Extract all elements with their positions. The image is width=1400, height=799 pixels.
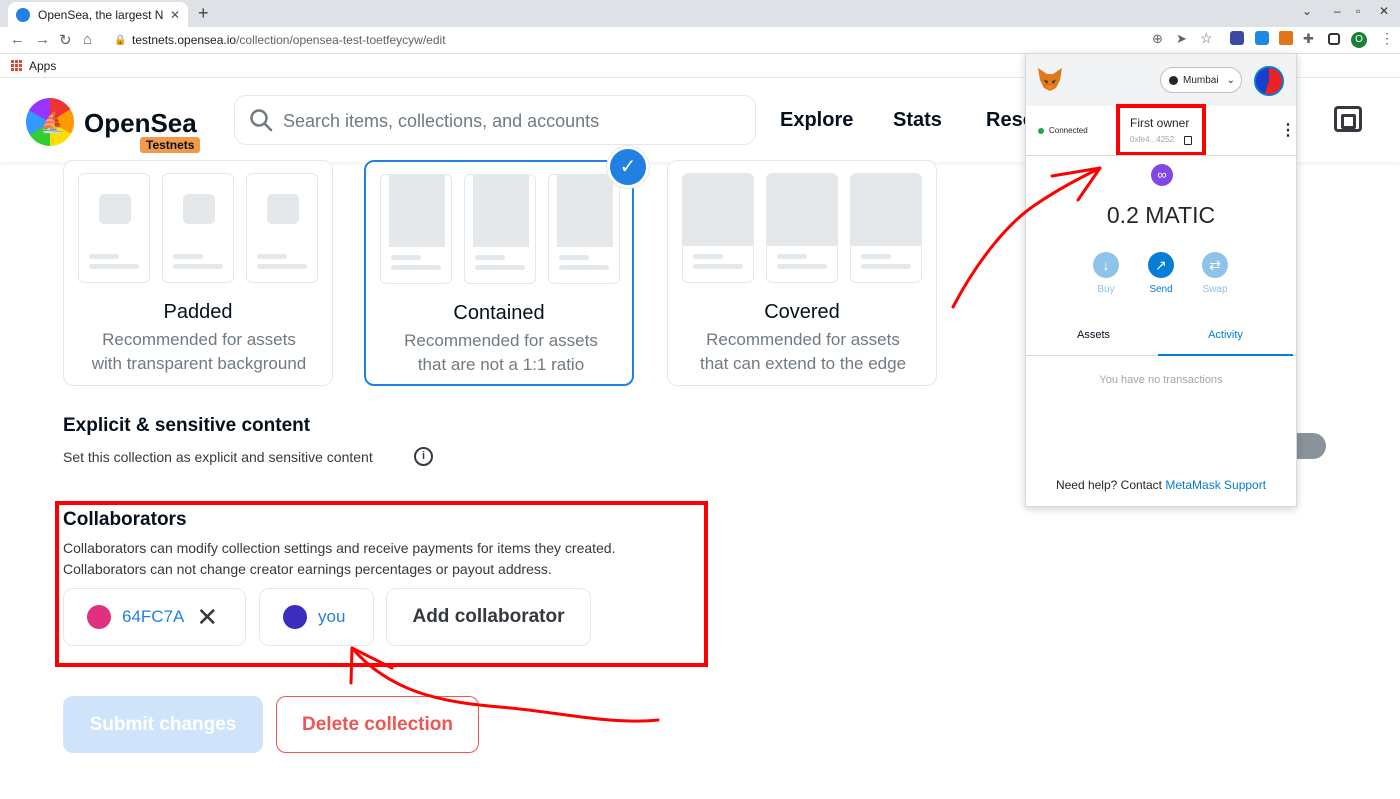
annotation-box-account (1116, 104, 1206, 156)
bookmark-apps[interactable]: Apps (29, 59, 56, 73)
preview-thumb (682, 173, 754, 283)
download-icon: ↓ (1093, 252, 1119, 278)
tab-assets[interactable]: Assets (1026, 324, 1161, 356)
profile-avatar[interactable]: O (1351, 32, 1367, 48)
divider (1026, 155, 1296, 156)
option-title: Covered (764, 301, 840, 323)
swap-button[interactable]: ⇄ Swap (1190, 252, 1240, 295)
metamask-fox-icon (1038, 68, 1062, 91)
nav-explore[interactable]: Explore (780, 109, 853, 132)
nav-stats[interactable]: Stats (893, 109, 942, 132)
preview-thumb (548, 174, 620, 284)
send-arrow-icon: ↗ (1148, 252, 1174, 278)
send-label: Send (1149, 284, 1173, 295)
testnets-badge: Testnets (140, 137, 201, 153)
window-close-icon[interactable]: ✕ (1379, 4, 1389, 18)
search-input[interactable] (283, 108, 743, 134)
url-field[interactable]: 🔒 testnets.opensea.io/collection/opensea… (106, 30, 1146, 51)
buy-label: Buy (1097, 284, 1115, 295)
matic-token-icon: ∞ (1151, 164, 1173, 186)
option-description: Recommended for assets that can extend to… (699, 330, 907, 373)
search-bar[interactable] (234, 95, 756, 145)
option-description: Recommended for assets with transparent b… (91, 330, 307, 373)
account-balance: 0.2 MATIC (1106, 202, 1216, 228)
preview-thumb (850, 173, 922, 283)
preview-thumb (246, 173, 318, 283)
connection-status[interactable]: Connected (1038, 126, 1088, 135)
preview-thumb (78, 173, 150, 283)
extension-1-icon[interactable] (1230, 31, 1244, 45)
reload-icon[interactable]: ↻ (59, 31, 72, 49)
browser-menu-icon[interactable]: ⋮ (1380, 30, 1394, 47)
display-option-covered[interactable]: Covered Recommended for assets that can e… (667, 160, 937, 386)
connected-dot-icon (1038, 127, 1044, 134)
opensea-favicon-icon (16, 7, 30, 22)
zoom-icon[interactable]: ⊕ (1152, 31, 1163, 47)
swap-icon: ⇄ (1202, 252, 1228, 278)
delete-collection-button[interactable]: Delete collection (276, 696, 479, 753)
new-tab-icon[interactable]: + (198, 3, 209, 24)
network-selector[interactable]: Mumbai ⌄ (1160, 67, 1242, 93)
account-avatar[interactable] (1254, 66, 1284, 96)
brand-name[interactable]: OpenSea (84, 108, 197, 139)
help-text: Need help? Contact MetaMask Support (1055, 478, 1267, 492)
display-option-padded[interactable]: Padded Recommended for assets with transp… (63, 160, 333, 386)
option-title: Padded (163, 301, 233, 323)
minimize-icon[interactable]: – (1334, 4, 1341, 18)
network-name: Mumbai (1183, 74, 1219, 86)
option-description: Recommended for assets that are not a 1:1… (404, 331, 598, 374)
preview-thumb (464, 174, 536, 284)
network-dot-icon (1169, 75, 1178, 85)
forward-icon[interactable]: → (35, 31, 50, 48)
explicit-description: Set this collection as explicit and sens… (63, 449, 373, 465)
selected-check-icon: ✓ (607, 146, 649, 188)
url-path: /collection/opensea-test-toetfeycyw/edit (236, 33, 446, 47)
chevron-down-icon: ⌄ (1226, 74, 1235, 86)
home-icon[interactable]: ⌂ (83, 31, 92, 48)
wallet-icon[interactable] (1334, 106, 1362, 132)
option-title: Contained (453, 302, 545, 324)
apps-grid-icon (11, 60, 22, 71)
metamask-popup: Mumbai ⌄ Connected First owner 0xfe4...4… (1025, 53, 1297, 507)
metamask-topbar: Mumbai ⌄ (1026, 54, 1296, 106)
tab-search-icon[interactable]: ⌄ (1302, 4, 1312, 18)
extension-2-icon[interactable] (1255, 31, 1269, 45)
search-icon (250, 109, 273, 132)
extensions-puzzle-icon[interactable]: ✚ (1303, 31, 1314, 47)
address-bar-row: ← → ↻ ⌂ 🔒 testnets.opensea.io/collection… (0, 27, 1400, 54)
preview-thumb (162, 173, 234, 283)
browser-tabbar: OpenSea, the largest NFT ✕ + ⌄ – ▫ ✕ (0, 0, 1400, 27)
send-button[interactable]: ↗ Send (1136, 252, 1186, 295)
explicit-heading: Explicit & sensitive content (63, 415, 311, 436)
maximize-icon[interactable]: ▫ (1356, 4, 1360, 18)
metamask-extension-icon[interactable] (1279, 31, 1293, 45)
back-icon[interactable]: ← (10, 31, 25, 48)
swap-label: Swap (1202, 284, 1228, 295)
tab-close-icon[interactable]: ✕ (170, 8, 180, 22)
sidebar-icon[interactable] (1328, 33, 1340, 45)
preview-thumb (380, 174, 452, 284)
tab-title: OpenSea, the largest NFT (38, 7, 164, 22)
url-host: testnets.opensea.io (132, 33, 237, 47)
browser-tab[interactable]: OpenSea, the largest NFT ✕ (8, 2, 188, 27)
share-icon[interactable]: ➤ (1176, 31, 1187, 47)
info-icon[interactable]: i (414, 447, 433, 466)
bookmark-star-icon[interactable]: ☆ (1200, 30, 1213, 47)
submit-changes-button[interactable]: Submit changes (63, 696, 263, 753)
lock-icon: 🔒 (114, 35, 127, 46)
annotation-box-collaborators (55, 501, 708, 667)
metamask-support-link[interactable]: MetaMask Support (1165, 478, 1266, 492)
boat-icon: ⛵ (40, 112, 65, 134)
display-option-contained[interactable]: Contained Recommended for assets that are… (364, 160, 634, 386)
metamask-tabs: Assets Activity (1026, 324, 1296, 356)
buy-button[interactable]: ↓ Buy (1081, 252, 1131, 295)
account-menu-icon[interactable]: ⋮ (1280, 120, 1296, 140)
tab-activity[interactable]: Activity (1158, 324, 1293, 356)
empty-transactions: You have no transactions (1099, 374, 1223, 386)
preview-thumb (766, 173, 838, 283)
